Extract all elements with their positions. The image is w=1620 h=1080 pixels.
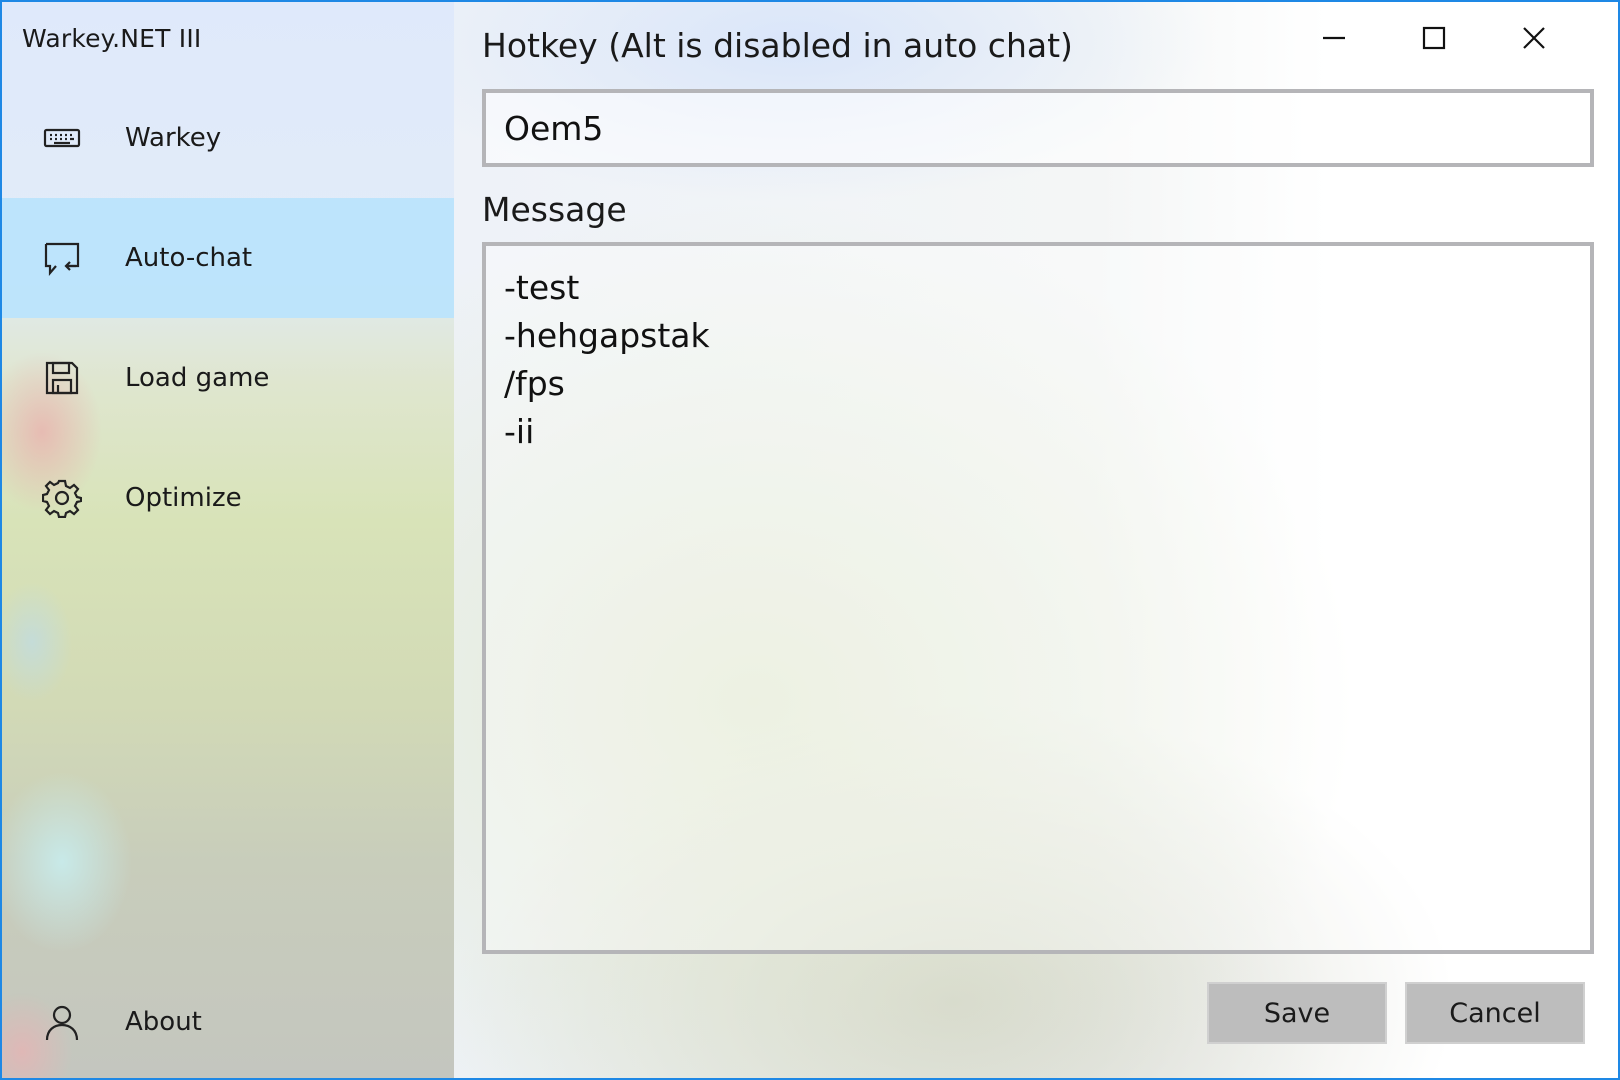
cancel-button[interactable]: Cancel [1405,982,1585,1044]
hotkey-input[interactable]: Oem5 [482,89,1594,167]
sidebar-item-label: About [125,1007,202,1037]
sidebar-item-about[interactable]: About [2,962,454,1078]
app-title: Warkey.NET III [22,24,202,53]
sidebar-item-optimize[interactable]: Optimize [2,438,454,558]
sidebar-item-label: Optimize [125,483,242,513]
keyboard-icon [40,116,84,160]
app-window: Warkey.NET III Warkey Auto-chat Load gam… [0,0,1620,1080]
message-label: Message [482,190,627,229]
sidebar-item-warkey[interactable]: Warkey [2,78,454,198]
sidebar-item-auto-chat[interactable]: Auto-chat [2,198,454,318]
message-line: -test [504,268,580,307]
close-button[interactable] [1504,14,1564,62]
chat-icon [40,236,84,280]
minimize-icon [1323,36,1345,40]
maximize-icon [1422,26,1446,50]
message-textarea[interactable]: -test -hehgapstak /fps -ii [482,242,1594,954]
save-icon [40,356,84,400]
hotkey-label: Hotkey (Alt is disabled in auto chat) [482,26,1073,65]
minimize-button[interactable] [1304,14,1364,62]
sidebar-item-label: Warkey [125,123,222,153]
hotkey-value: Oem5 [504,108,604,148]
sidebar: Warkey.NET III Warkey Auto-chat Load gam… [2,2,454,1078]
save-button[interactable]: Save [1207,982,1387,1044]
maximize-button[interactable] [1404,14,1464,62]
message-line: /fps [504,364,565,403]
sidebar-item-load-game[interactable]: Load game [2,318,454,438]
close-icon [1523,27,1545,49]
gear-icon [40,476,84,520]
main-panel: Hotkey (Alt is disabled in auto chat) Oe… [454,2,1618,1078]
sidebar-item-label: Load game [125,363,270,393]
message-line: -ii [504,412,535,451]
person-icon [40,1000,84,1044]
message-line: -hehgapstak [504,316,710,355]
sidebar-item-label: Auto-chat [125,243,253,273]
